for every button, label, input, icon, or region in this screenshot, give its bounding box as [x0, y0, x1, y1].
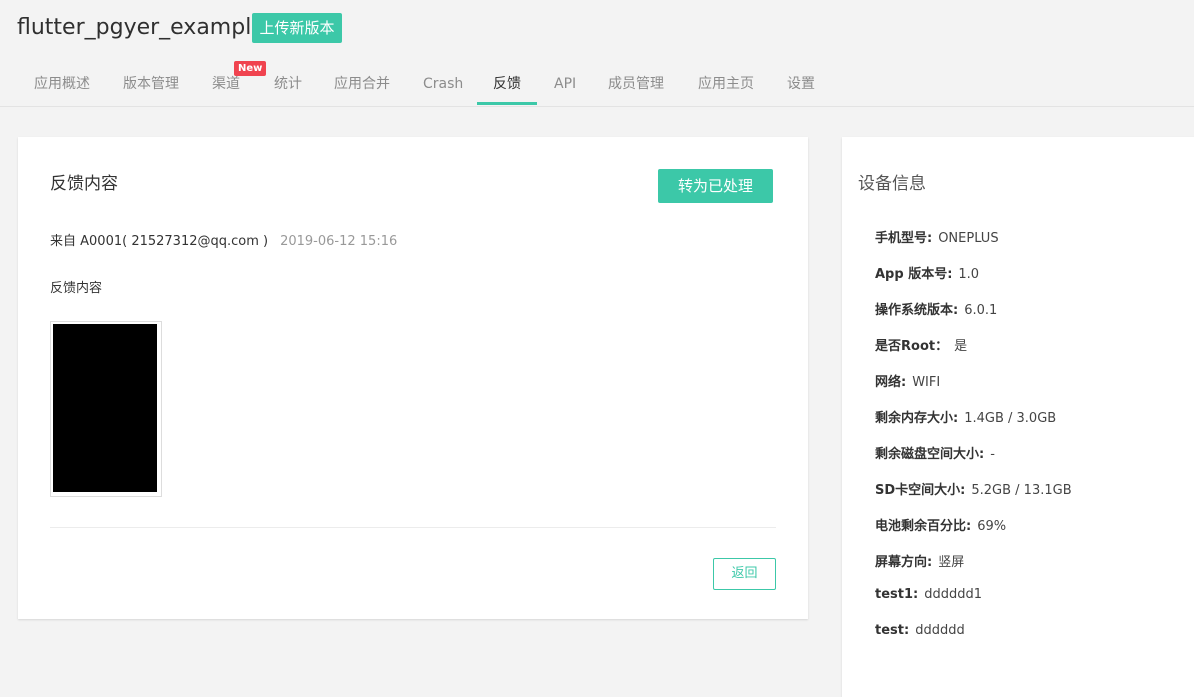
- device-row-test: test: dddddd: [875, 623, 965, 638]
- device-key: 是否Root：: [875, 339, 949, 354]
- active-tab-indicator: [477, 102, 537, 105]
- device-key: 屏幕方向:: [875, 555, 933, 570]
- device-row-root: 是否Root： 是: [875, 335, 967, 354]
- device-key: 操作系统版本:: [875, 303, 959, 318]
- device-key: SD卡空间大小:: [875, 483, 966, 498]
- device-value: ONEPLUS: [938, 231, 999, 246]
- device-value: 竖屏: [938, 555, 965, 570]
- back-button[interactable]: 返回: [713, 558, 776, 590]
- device-key: App 版本号:: [875, 267, 953, 282]
- device-row-orientation: 屏幕方向: 竖屏: [875, 551, 964, 570]
- device-value: 6.0.1: [964, 303, 998, 318]
- device-key: test:: [875, 623, 910, 638]
- device-row-model: 手机型号: ONEPLUS: [875, 227, 999, 246]
- device-value: WIFI: [912, 375, 941, 390]
- device-row-network: 网络: WIFI: [875, 371, 940, 390]
- device-row-os-version: 操作系统版本: 6.0.1: [875, 299, 997, 318]
- device-value: 1.0: [958, 267, 980, 282]
- device-key: 手机型号:: [875, 231, 933, 246]
- device-row-battery: 电池剩余百分比: 69%: [875, 515, 1006, 534]
- tab-feedback[interactable]: 反馈: [493, 64, 521, 104]
- device-value: 69%: [977, 519, 1007, 534]
- tab-members[interactable]: 成员管理: [608, 64, 664, 104]
- device-row-disk: 剩余磁盘空间大小: -: [875, 443, 995, 462]
- device-row-sd-card: SD卡空间大小: 5.2GB / 13.1GB: [875, 479, 1072, 498]
- feedback-sender: 来自 A0001( 21527312@qq.com ): [50, 234, 269, 249]
- upload-new-version-button[interactable]: 上传新版本: [252, 13, 342, 43]
- device-row-test1: test1: dddddd1: [875, 587, 982, 602]
- device-value: dddddd: [915, 623, 965, 638]
- tab-app-merge[interactable]: 应用合并: [334, 64, 390, 104]
- feedback-content: 反馈内容: [50, 281, 103, 296]
- device-row-memory: 剩余内存大小: 1.4GB / 3.0GB: [875, 407, 1056, 426]
- device-info-panel: 设备信息 手机型号: ONEPLUS App 版本号: 1.0 操作系统版本: 6.0…: [842, 137, 1194, 697]
- device-key: 网络:: [875, 375, 907, 390]
- feedback-card: 反馈内容 转为已处理 来自 A0001( 21527312@qq.com ) 20…: [18, 137, 808, 619]
- tab-crash[interactable]: Crash: [423, 64, 463, 104]
- feedback-title: 反馈内容: [50, 174, 118, 194]
- device-key: test1:: [875, 587, 919, 602]
- device-key: 电池剩余百分比:: [875, 519, 972, 534]
- feedback-date: 2019-06-12 15:16: [280, 234, 398, 249]
- tab-app-homepage[interactable]: 应用主页: [698, 64, 754, 104]
- device-value: -: [990, 447, 995, 462]
- tab-api[interactable]: API: [554, 64, 576, 104]
- header-divider: [0, 106, 1194, 107]
- app-header: flutter_pgyer_example 上传新版本 应用概述 版本管理 渠道…: [0, 0, 1194, 107]
- new-badge: New: [234, 61, 267, 76]
- feedback-meta: 来自 A0001( 21527312@qq.com ) 2019-06-12 15…: [50, 230, 397, 249]
- device-row-app-version: App 版本号: 1.0: [875, 263, 979, 282]
- device-info-title: 设备信息: [858, 174, 926, 194]
- device-value: 是: [954, 339, 968, 354]
- tab-settings[interactable]: 设置: [787, 64, 815, 104]
- app-title: flutter_pgyer_example: [17, 15, 265, 40]
- device-value: 5.2GB / 13.1GB: [971, 483, 1072, 498]
- device-value: 1.4GB / 3.0GB: [964, 411, 1057, 426]
- card-divider: [50, 527, 776, 528]
- mark-processed-button[interactable]: 转为已处理: [658, 169, 773, 203]
- tab-versions[interactable]: 版本管理: [123, 64, 179, 104]
- tab-statistics[interactable]: 统计: [274, 64, 302, 104]
- screenshot-thumbnail[interactable]: [50, 321, 162, 497]
- device-value: dddddd1: [924, 587, 983, 602]
- device-key: 剩余内存大小:: [875, 411, 959, 426]
- device-key: 剩余磁盘空间大小:: [875, 447, 985, 462]
- screenshot-image: [53, 324, 157, 492]
- tab-overview[interactable]: 应用概述: [34, 64, 90, 104]
